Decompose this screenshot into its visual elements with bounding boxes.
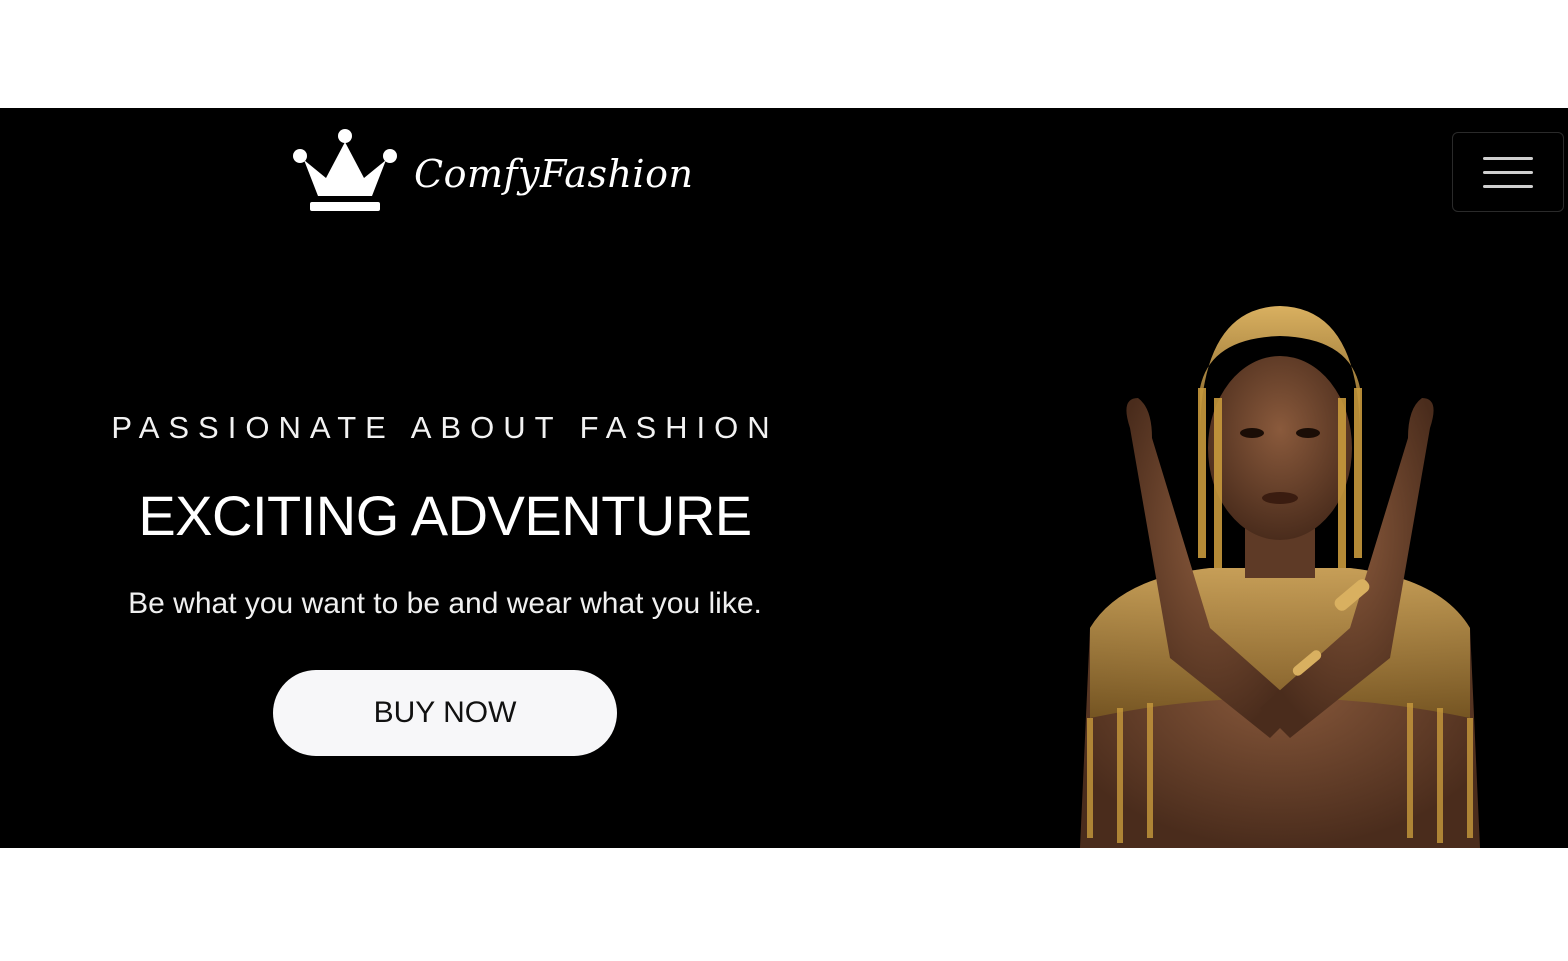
brand-logo-link[interactable]: ComfyFashion [290,126,693,216]
buy-now-button[interactable]: BUY NOW [273,670,617,756]
crown-icon [293,129,397,211]
hero-section: ComfyFashion PASSIONATE ABOUT FASHION EX… [0,108,1568,848]
hamburger-menu-icon [1483,156,1533,160]
hero-tagline: Be what you want to be and wear what you… [128,587,762,620]
hero-text-block: PASSIONATE ABOUT FASHION EXCITING ADVENT… [40,408,850,756]
page: ComfyFashion PASSIONATE ABOUT FASHION EX… [0,0,1568,961]
brand-name: ComfyFashion [414,152,694,196]
hero-eyebrow: PASSIONATE ABOUT FASHION [111,410,779,445]
hamburger-menu-button[interactable] [1452,132,1564,212]
model-photo [1080,306,1480,848]
hamburger-menu-icon-bar [1483,170,1533,174]
hero-headline: EXCITING ADVENTURE [138,484,752,547]
hamburger-menu-icon-bar [1483,184,1533,188]
